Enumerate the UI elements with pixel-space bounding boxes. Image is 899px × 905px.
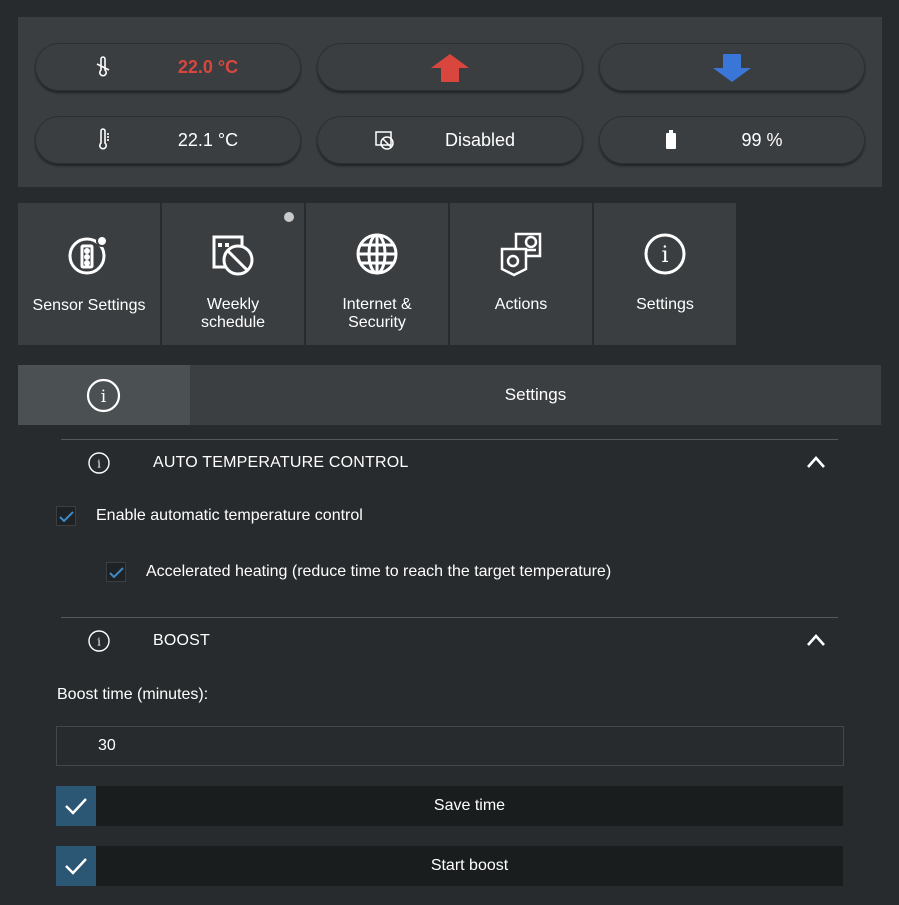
schedule-status: Disabled — [444, 130, 516, 150]
current-temp-pill: 22.1 °C — [35, 116, 301, 164]
current-temperature: 22.1 °C — [177, 130, 239, 150]
thermostat-target-icon — [96, 56, 110, 77]
temp-up-button[interactable] — [317, 43, 583, 91]
checkmark-icon — [109, 567, 124, 579]
status-panel: 22.0 °C 22.1 °C Disabled 99 % — [18, 17, 882, 187]
section-title: BOOST — [153, 632, 211, 649]
info-icon: i — [644, 233, 686, 275]
settings-tabbar: i Settings — [18, 365, 881, 425]
tile-label: Internet & Security — [342, 296, 412, 331]
target-temperature: 22.0 °C — [177, 57, 239, 77]
svg-text:i: i — [661, 243, 668, 268]
check-square — [56, 846, 96, 886]
boost-time-input[interactable] — [56, 726, 844, 766]
accelerated-heating-row: Accelerated heating (reduce time to reac… — [106, 560, 611, 584]
svg-text:i: i — [97, 636, 101, 649]
tile-weekly-schedule[interactable]: Weekly schedule — [162, 203, 304, 345]
weekly-schedule-icon — [212, 235, 254, 276]
check-square — [56, 786, 96, 826]
thermometer-icon — [99, 128, 109, 150]
target-temp-pill: 22.0 °C — [35, 43, 301, 91]
button-label: Save time — [433, 797, 506, 814]
svg-text:i: i — [97, 458, 101, 471]
checkbox-label: Accelerated heating (reduce time to reac… — [146, 563, 612, 580]
tile-actions[interactable]: Actions — [450, 203, 592, 345]
tile-sensor-settings[interactable]: Sensor Settings — [18, 203, 160, 345]
arrow-down-icon — [713, 54, 751, 82]
section-header-auto-temp[interactable]: i AUTO TEMPERATURE CONTROL — [61, 441, 838, 485]
arrow-up-icon — [431, 54, 469, 82]
tile-label: Sensor Settings — [32, 297, 146, 314]
info-icon: i — [88, 452, 110, 474]
tile-label: Settings — [636, 296, 694, 313]
chevron-up-icon[interactable] — [806, 455, 826, 469]
temp-down-button[interactable] — [599, 43, 865, 91]
notification-dot — [284, 212, 294, 222]
checkmark-icon — [65, 858, 87, 875]
svg-text:i: i — [101, 387, 107, 407]
section-title: AUTO TEMPERATURE CONTROL — [153, 454, 409, 471]
info-icon: i — [86, 378, 121, 413]
checkmark-icon — [59, 511, 74, 523]
tab-info[interactable]: i — [18, 365, 190, 425]
actions-icon — [500, 232, 542, 277]
save-time-button[interactable]: Save time — [56, 786, 843, 826]
enable-auto-temp-checkbox[interactable] — [56, 506, 76, 526]
section-header-boost[interactable]: i BOOST — [61, 619, 838, 663]
battery-level: 99 % — [741, 130, 783, 150]
tile-internet-security[interactable]: Internet & Security — [306, 203, 448, 345]
boost-time-label: Boost time (minutes): — [57, 686, 209, 703]
tile-settings[interactable]: i Settings — [594, 203, 736, 345]
tile-label: Actions — [494, 296, 548, 313]
start-boost-button[interactable]: Start boost — [56, 846, 843, 886]
tile-label: Weekly schedule — [200, 296, 266, 331]
divider — [61, 439, 838, 440]
accelerated-heating-checkbox[interactable] — [106, 562, 126, 582]
battery-pill: 99 % — [599, 116, 865, 164]
checkmark-icon — [65, 798, 87, 815]
button-label: Start boost — [430, 857, 509, 874]
divider — [61, 617, 838, 618]
schedule-status-pill: Disabled — [317, 116, 583, 164]
checkbox-label: Enable automatic temperature control — [96, 507, 363, 524]
page-title: Settings — [504, 385, 567, 404]
chevron-up-icon[interactable] — [806, 633, 826, 647]
sensor-settings-icon — [68, 235, 108, 275]
enable-auto-temp-row: Enable automatic temperature control — [56, 504, 363, 528]
globe-icon — [356, 233, 398, 275]
info-icon: i — [88, 630, 110, 652]
